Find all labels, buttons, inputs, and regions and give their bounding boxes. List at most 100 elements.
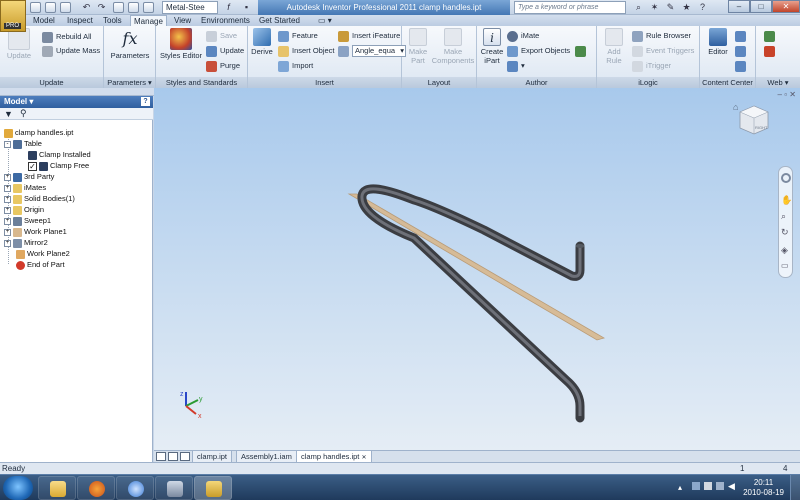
show-desktop-button[interactable] bbox=[790, 475, 800, 500]
tab-get-started[interactable]: Get Started bbox=[259, 15, 300, 26]
save-styles-button[interactable]: Save bbox=[206, 29, 237, 43]
tree-item-origin[interactable]: + Origin bbox=[4, 204, 44, 215]
make-part-button[interactable]: Make Part bbox=[405, 28, 431, 65]
update-mass-button[interactable]: Update Mass bbox=[42, 44, 100, 58]
tab-inspect[interactable]: Inspect bbox=[67, 15, 93, 26]
fx-icon[interactable]: f bbox=[222, 1, 235, 13]
new-file-icon[interactable] bbox=[30, 2, 41, 13]
taskbar-app-misc[interactable] bbox=[155, 476, 193, 500]
editor-button[interactable]: Editor bbox=[704, 28, 732, 56]
cascade-windows-icon[interactable] bbox=[168, 452, 178, 461]
help-icon[interactable]: ? bbox=[696, 1, 709, 13]
binoculars-icon[interactable]: ⌕ bbox=[632, 1, 645, 13]
taskbar-app-itunes[interactable] bbox=[116, 476, 154, 500]
pan-icon[interactable]: ✋ bbox=[781, 195, 792, 206]
import-button[interactable]: Import bbox=[278, 59, 313, 73]
tree-item-solid-bodies[interactable]: + Solid Bodies(1) bbox=[4, 193, 75, 204]
home-icon[interactable]: ⌂ bbox=[733, 102, 738, 112]
styles-editor-button[interactable]: Styles Editor bbox=[159, 28, 203, 60]
update-button[interactable]: Update bbox=[4, 28, 34, 60]
subscription-icon[interactable]: ✶ bbox=[648, 1, 661, 13]
tree-item-3rd-party[interactable]: +3rd Party bbox=[4, 171, 54, 182]
tile-windows-icon[interactable] bbox=[156, 452, 166, 461]
favorites-icon[interactable]: ★ bbox=[680, 1, 693, 13]
insert-object-button[interactable]: Insert Object bbox=[278, 44, 335, 58]
angle-combo[interactable]: Angle_equa ▾ bbox=[352, 45, 407, 58]
create-ipart-button[interactable]: i Create iPart bbox=[479, 28, 505, 65]
insert-ifeature-button[interactable]: Insert iFeature bbox=[338, 29, 400, 43]
web-button-2[interactable] bbox=[764, 44, 778, 58]
taskbar-app-firefox[interactable] bbox=[77, 476, 115, 500]
taskbar-app-explorer[interactable] bbox=[38, 476, 76, 500]
rebuild-all-button[interactable]: Rebuild All bbox=[42, 30, 91, 44]
cc-button-1[interactable] bbox=[735, 29, 749, 43]
minimize-button[interactable]: – bbox=[728, 0, 750, 13]
redo-icon[interactable]: ↷ bbox=[95, 1, 108, 13]
tree-item-table[interactable]: - Table bbox=[4, 138, 42, 149]
help-icon[interactable]: ? bbox=[141, 97, 150, 106]
update-styles-button[interactable]: Update bbox=[206, 44, 244, 58]
return-icon[interactable] bbox=[113, 2, 124, 13]
graphics-viewport[interactable]: z y x RIGHT ⌂ – ▫ ✕ ✋ ⌕ ↻ ◈ ▭ bbox=[154, 88, 800, 450]
network-icon[interactable] bbox=[716, 482, 724, 490]
steering-wheel-icon[interactable] bbox=[781, 173, 791, 183]
tab-model[interactable]: Model bbox=[33, 15, 55, 26]
tab-tools[interactable]: Tools bbox=[103, 15, 122, 26]
browser-header[interactable]: Model ▾? bbox=[0, 96, 153, 108]
expand-icon[interactable]: + bbox=[4, 239, 11, 247]
undo-icon[interactable]: ↶ bbox=[80, 1, 93, 13]
tree-item-mirror2[interactable]: + Mirror2 bbox=[4, 237, 48, 248]
export-objects-button[interactable]: Export Objects bbox=[507, 44, 570, 58]
tree-item-work-plane2[interactable]: Work Plane2 bbox=[16, 248, 70, 259]
viewport-close-button[interactable]: ✕ bbox=[789, 90, 796, 99]
expand-icon[interactable]: + bbox=[4, 184, 11, 192]
close-icon[interactable]: ✕ bbox=[361, 455, 366, 461]
sketch-icon[interactable] bbox=[128, 2, 139, 13]
binoculars-icon[interactable]: ⚲ bbox=[20, 108, 27, 119]
event-triggers-button[interactable]: Event Triggers bbox=[632, 44, 694, 58]
derive-button[interactable]: Derive bbox=[250, 28, 274, 56]
tab-environments[interactable]: Environments bbox=[201, 15, 250, 26]
open-file-icon[interactable] bbox=[45, 2, 56, 13]
nav-settings-icon[interactable]: ▭ bbox=[781, 261, 789, 270]
expand-icon[interactable]: + bbox=[4, 195, 11, 203]
tray-icon-2[interactable] bbox=[704, 482, 712, 490]
tree-root[interactable]: clamp handles.ipt bbox=[4, 127, 73, 138]
tree-item-end-of-part[interactable]: End of Part bbox=[16, 259, 65, 270]
search-input[interactable]: Type a keyword or phrase bbox=[514, 1, 626, 14]
cc-button-3[interactable] bbox=[735, 59, 749, 73]
taskbar-app-inventor[interactable] bbox=[194, 476, 232, 500]
filter-icon[interactable]: ▼ bbox=[4, 109, 13, 119]
tray-up-arrow-icon[interactable]: ▴ bbox=[678, 483, 682, 492]
material-combo[interactable]: Metal-Stee bbox=[162, 1, 218, 14]
expand-icon[interactable]: + bbox=[4, 228, 11, 236]
itrigger-button[interactable]: iTrigger bbox=[632, 59, 671, 73]
purge-button[interactable]: Purge bbox=[206, 59, 240, 73]
maximize-button[interactable]: □ bbox=[750, 0, 772, 13]
tree-item-clamp-installed[interactable]: Clamp Installed bbox=[28, 149, 91, 160]
viewport-minimize-button[interactable]: – bbox=[778, 90, 782, 99]
add-rule-button[interactable]: Add Rule bbox=[599, 28, 629, 65]
expand-icon[interactable]: + bbox=[4, 217, 11, 225]
viewport-restore-button[interactable]: ▫ bbox=[784, 90, 787, 99]
tray-icon-1[interactable] bbox=[692, 482, 700, 490]
tree-item-imates[interactable]: + iMates bbox=[4, 182, 46, 193]
document-list-icon[interactable] bbox=[180, 452, 190, 461]
rule-browser-button[interactable]: Rule Browser bbox=[632, 29, 691, 43]
save-icon[interactable] bbox=[60, 2, 71, 13]
app-logo[interactable]: PRO bbox=[0, 0, 26, 32]
expand-icon[interactable]: + bbox=[4, 173, 11, 181]
project-icon[interactable] bbox=[143, 2, 154, 13]
close-button[interactable]: ✕ bbox=[772, 0, 800, 13]
expand-icon[interactable]: + bbox=[4, 206, 11, 214]
orbit-icon[interactable]: ↻ bbox=[781, 227, 789, 238]
author-dropdown[interactable]: ▾ bbox=[507, 59, 525, 73]
web-button-1[interactable] bbox=[764, 29, 778, 43]
tab-view[interactable]: View bbox=[174, 15, 191, 26]
clock[interactable]: 20:11 2010-08-19 bbox=[743, 478, 784, 498]
imate-button[interactable]: iMate bbox=[507, 29, 539, 43]
make-components-button[interactable]: Make Components bbox=[431, 28, 475, 65]
ribbon-options-icon[interactable]: ▭ ▾ bbox=[318, 15, 332, 26]
parameters-button[interactable]: fx Parameters bbox=[108, 28, 152, 60]
tree-item-sweep1[interactable]: + Sweep1 bbox=[4, 215, 51, 226]
